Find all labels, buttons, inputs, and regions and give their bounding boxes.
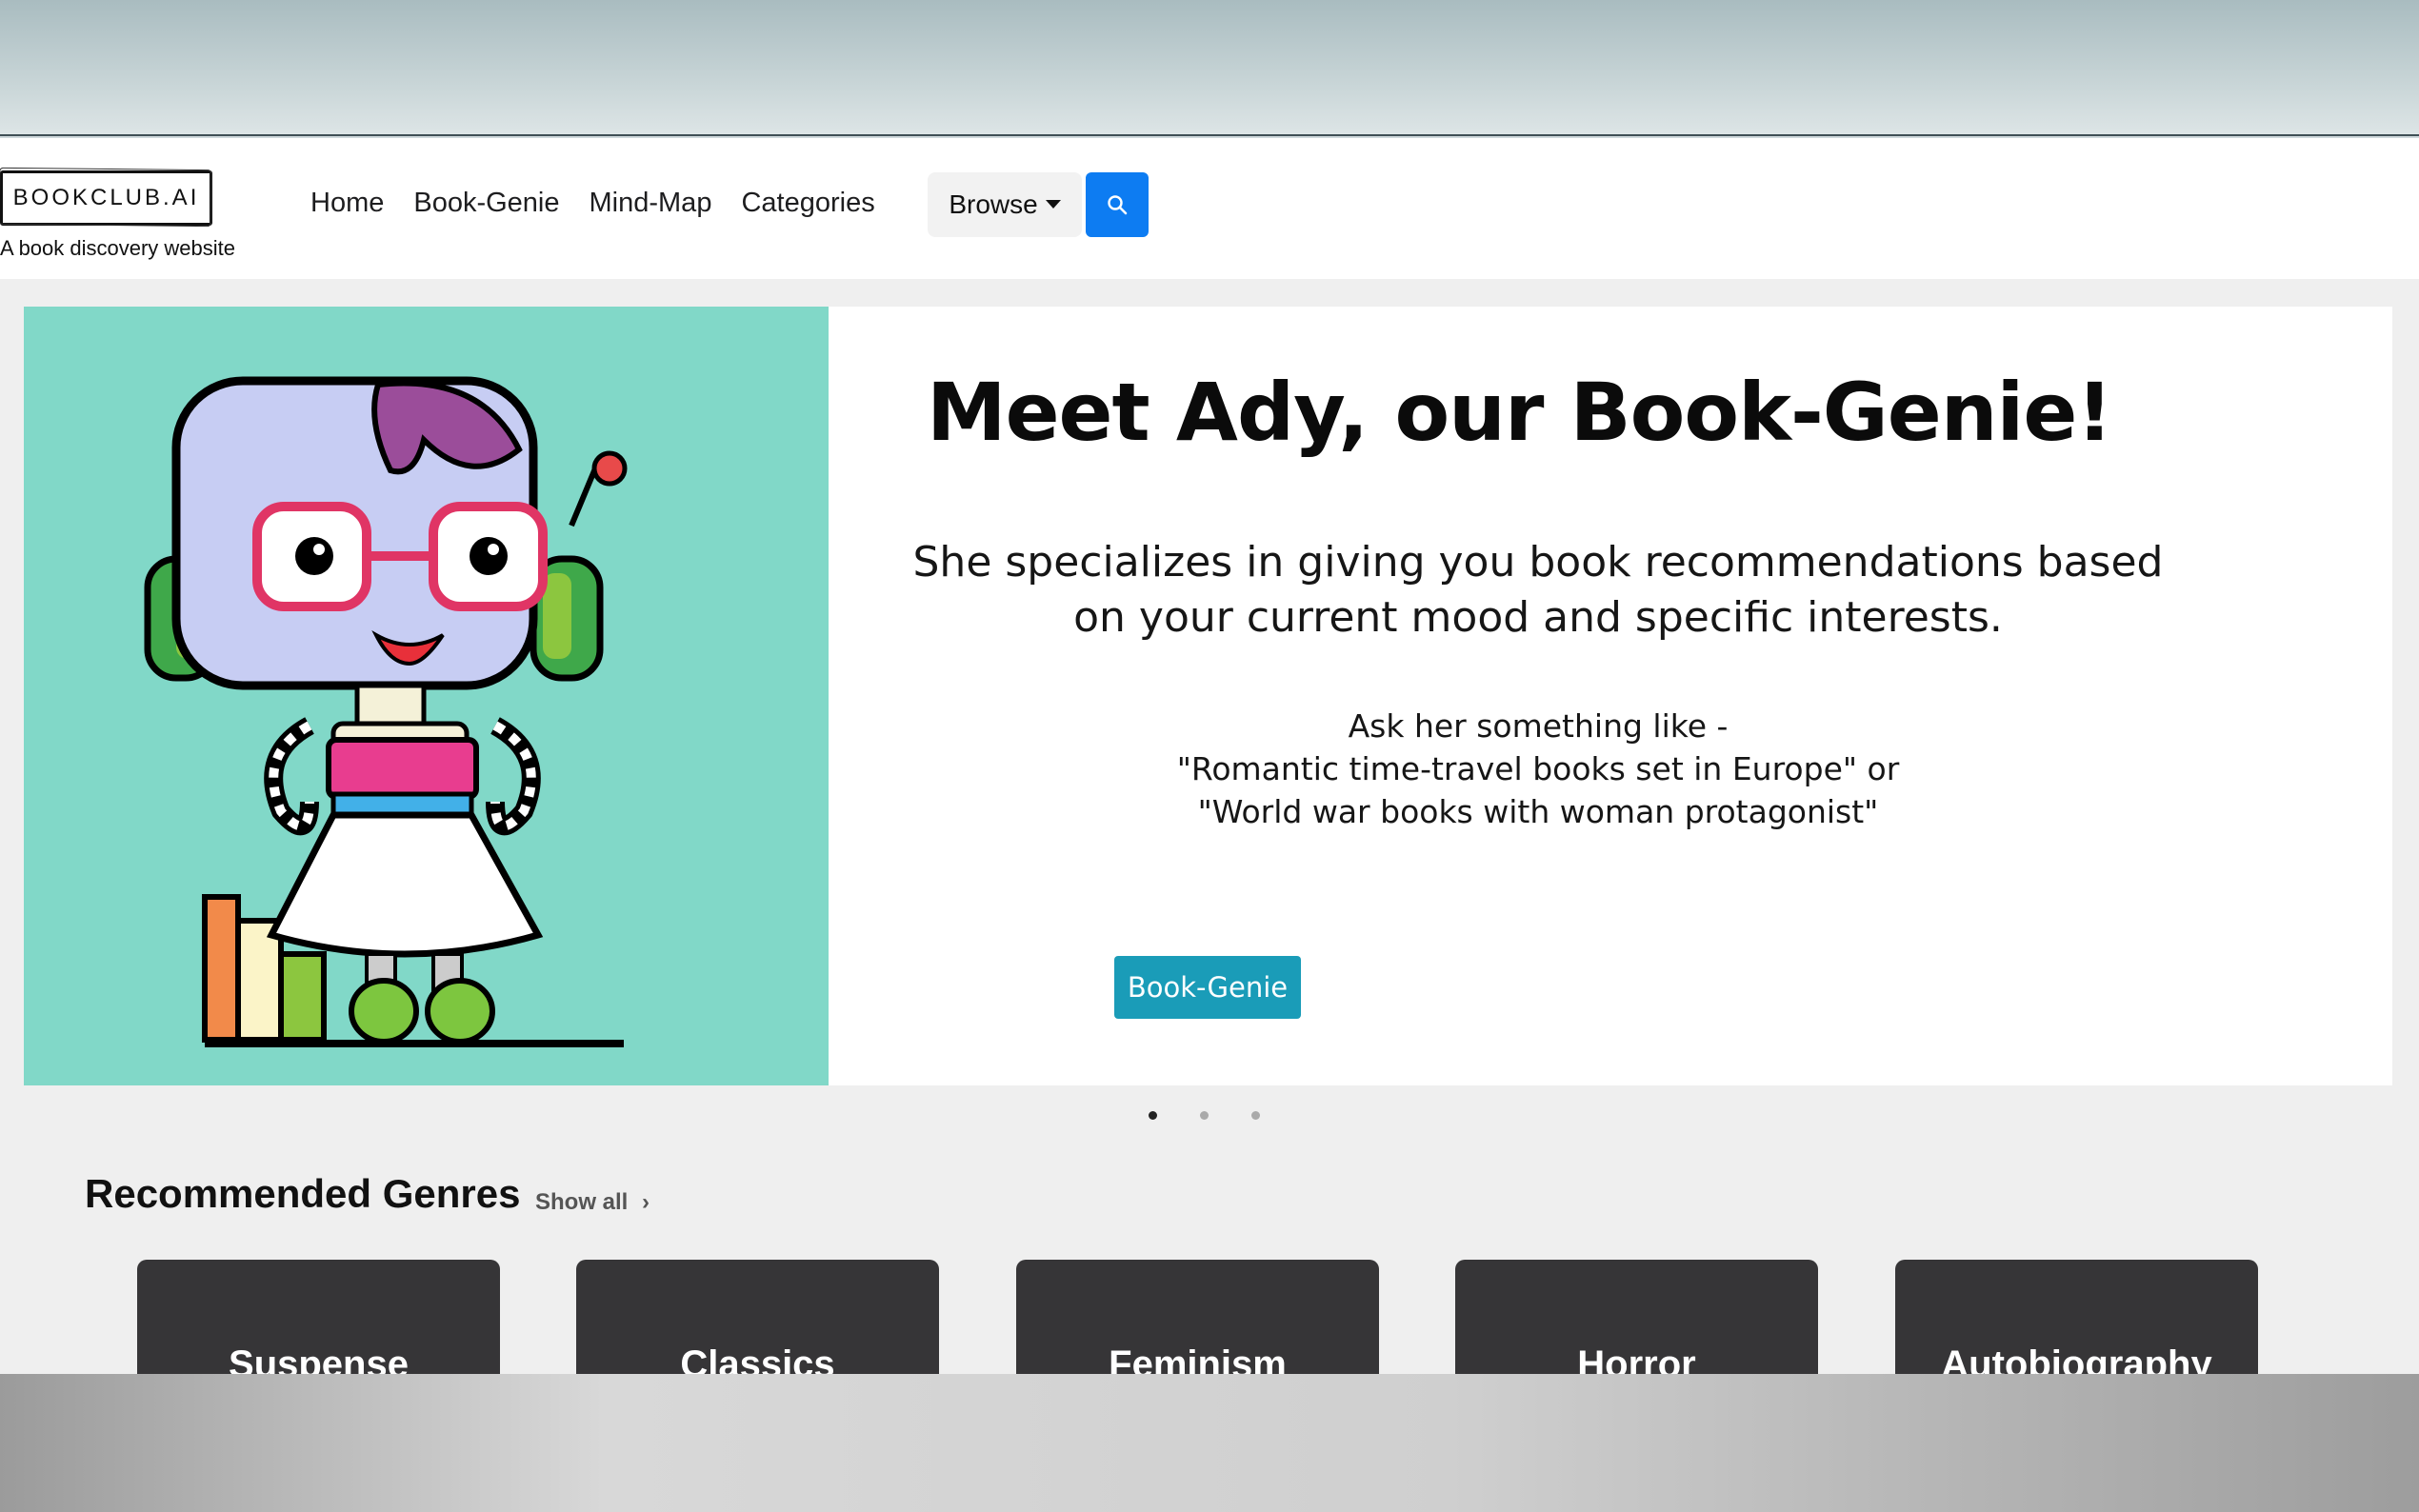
genre-label: Autobiography — [1941, 1343, 2212, 1376]
nav-categories[interactable]: Categories — [741, 188, 874, 219]
genre-card-classics[interactable]: Classics — [576, 1260, 939, 1376]
genre-card-suspense[interactable]: Suspense — [137, 1260, 500, 1376]
chevron-right-icon: › — [642, 1189, 650, 1215]
browser-top-blur — [0, 0, 2419, 136]
genre-label: Suspense — [229, 1343, 409, 1376]
hero-description-line: She specializes in giving you book recom… — [912, 538, 2164, 587]
carousel-dot-3[interactable] — [1251, 1111, 1260, 1120]
carousel-dot-2[interactable] — [1200, 1111, 1209, 1120]
search-button[interactable] — [1086, 172, 1149, 237]
nav-mind-map[interactable]: Mind-Map — [590, 188, 712, 219]
genre-card-autobiography[interactable]: Autobiography — [1895, 1260, 2258, 1376]
show-all-link[interactable]: Show all › — [535, 1189, 650, 1216]
carousel-dot-1[interactable] — [1149, 1111, 1157, 1120]
caret-down-icon — [1045, 199, 1061, 209]
nav-links: Home Book-Genie Mind-Map Categories — [310, 188, 905, 219]
genre-label: Classics — [680, 1343, 835, 1376]
robot-character-icon — [144, 376, 628, 1047]
brand-tagline: A book discovery website — [0, 236, 236, 260]
nav-book-genie[interactable]: Book-Genie — [413, 188, 559, 219]
genre-label: Horror — [1577, 1343, 1696, 1376]
hero-carousel-slide: Meet Ady, our Book-Genie! She specialize… — [24, 307, 2392, 1085]
nav-home[interactable]: Home — [310, 188, 384, 219]
genre-card-horror[interactable]: Horror — [1455, 1260, 1818, 1376]
hero-example-line: "World war books with woman protagonist" — [1197, 793, 1879, 830]
genre-label: Feminism — [1109, 1343, 1287, 1376]
book-genie-button[interactable]: Book-Genie — [1114, 956, 1301, 1019]
brand-logo[interactable]: BOOKCLUB.AI — [0, 170, 212, 226]
hero-example-line: "Romantic time-travel books set in Europ… — [1176, 750, 1900, 787]
browse-dropdown[interactable]: Browse — [928, 172, 1082, 237]
browser-bottom-blur — [0, 1374, 2419, 1512]
hero-examples: Ask her something like - "Romantic time-… — [1033, 705, 2043, 833]
hero-title: Meet Ady, our Book-Genie! — [927, 366, 2113, 459]
brand-logo-text: BOOKCLUB.AI — [12, 185, 200, 210]
hero-description: She specializes in giving you book recom… — [900, 535, 2176, 646]
section-title: Recommended Genres — [85, 1171, 521, 1216]
show-all-label: Show all — [535, 1189, 629, 1215]
hero-example-intro: Ask her something like - — [1348, 707, 1729, 745]
carousel-indicators — [1149, 1111, 1260, 1120]
page: BOOKCLUB.AI A book discovery website Hom… — [0, 138, 2419, 1376]
navbar: BOOKCLUB.AI A book discovery website Hom… — [0, 138, 2419, 279]
browse-label: Browse — [949, 189, 1038, 219]
hero-description-line: on your current mood and specific intere… — [1073, 593, 2003, 642]
genre-card-feminism[interactable]: Feminism — [1016, 1260, 1379, 1376]
robot-illustration — [24, 307, 829, 1085]
search-icon — [1108, 195, 1128, 215]
